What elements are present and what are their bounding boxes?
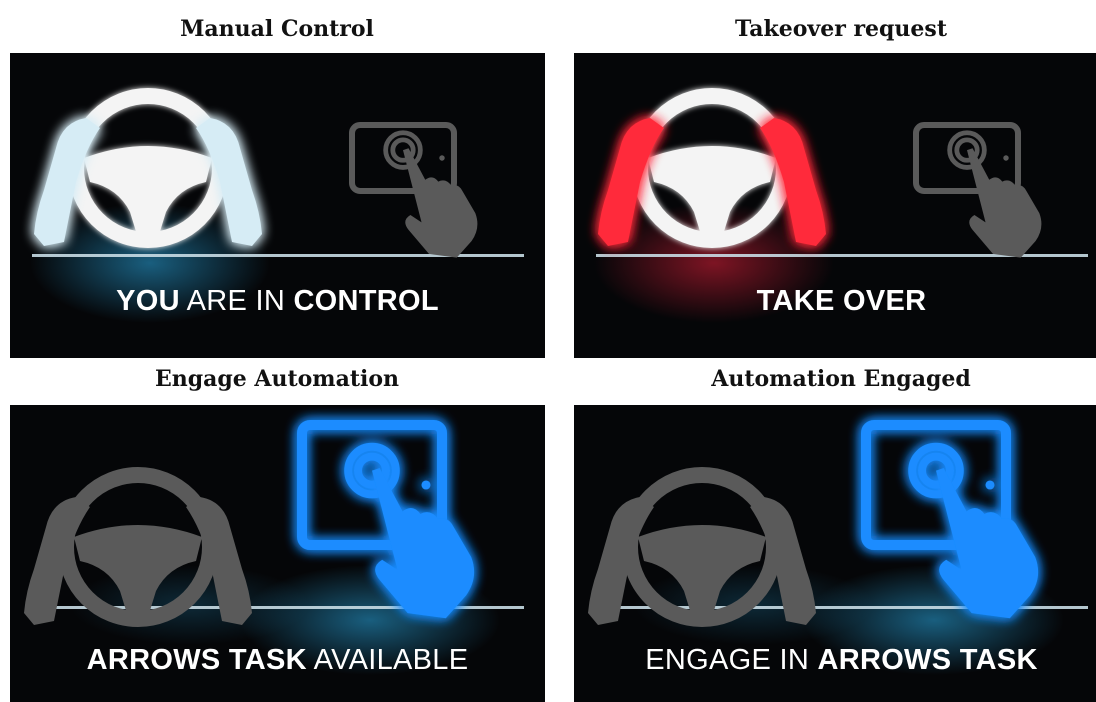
caption-segment: ARROWS TASK	[86, 644, 307, 676]
caption-segment: ARE IN	[179, 285, 294, 317]
caption-segment: ENGAGE IN	[645, 644, 818, 676]
panel-title-engage-automation: Engage Automation	[154, 366, 400, 392]
caption-segment: TAKE OVER	[756, 285, 927, 317]
panel-engage-automation: ARROWS TASK AVAILABLE	[10, 405, 545, 702]
caption-segment: ARROWS TASK	[817, 644, 1038, 676]
panel-takeover-request: TAKE OVER	[574, 53, 1096, 358]
panel-manual-control: YOU ARE IN CONTROL	[10, 53, 545, 358]
panel-caption: YOU ARE IN CONTROL	[10, 281, 545, 321]
panel-title-takeover-request: Takeover request	[735, 16, 947, 42]
caption-segment: YOU	[116, 285, 180, 317]
caption-segment: AVAILABLE	[306, 644, 469, 676]
panel-automation-engaged: ENGAGE IN ARROWS TASK	[574, 405, 1096, 702]
panel-title-manual-control: Manual Control	[180, 16, 374, 42]
panel-caption: ENGAGE IN ARROWS TASK	[574, 640, 1096, 680]
panel-caption: TAKE OVER	[574, 281, 1096, 321]
panel-caption: ARROWS TASK AVAILABLE	[10, 640, 545, 680]
panel-title-automation-engaged: Automation Engaged	[711, 366, 971, 392]
caption-segment: CONTROL	[293, 285, 439, 317]
